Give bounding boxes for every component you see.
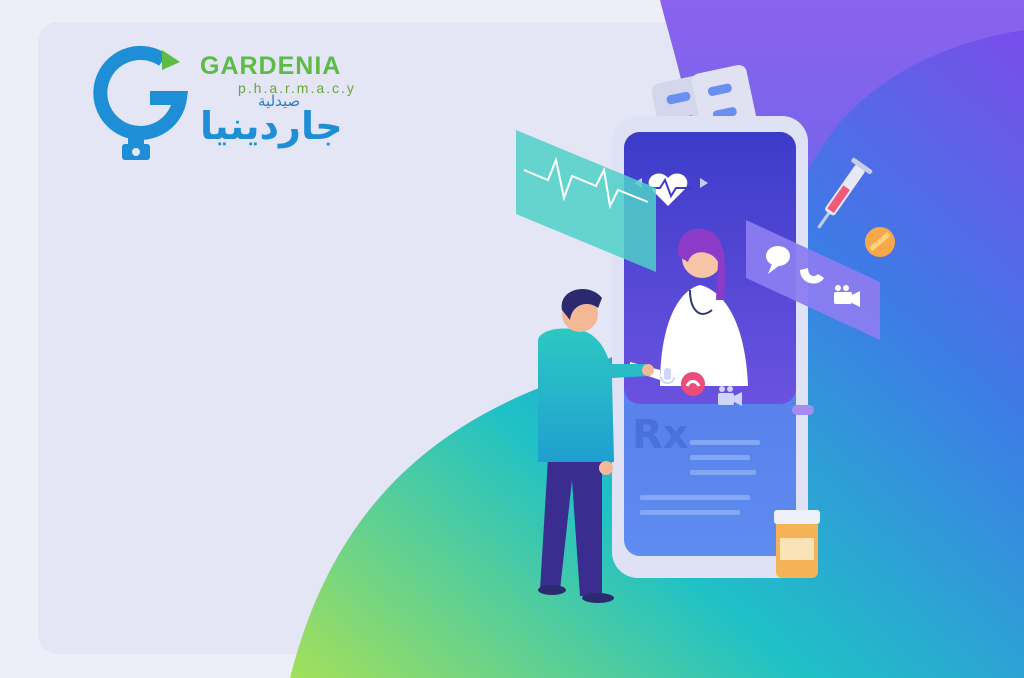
leaf-icon — [162, 50, 180, 70]
rx-icon: Rx — [632, 412, 689, 458]
medicine-bottle — [774, 510, 820, 578]
end-call-icon — [681, 372, 705, 396]
brand-name: GARDENIA — [200, 52, 342, 80]
pill-icon — [865, 227, 895, 257]
hero-banner: Rx GARDENIA p.h.a.r.m.a.c.y صيدلية جاردي… — [0, 0, 1024, 678]
brand-arabic-name: جاردينيا — [200, 104, 343, 148]
